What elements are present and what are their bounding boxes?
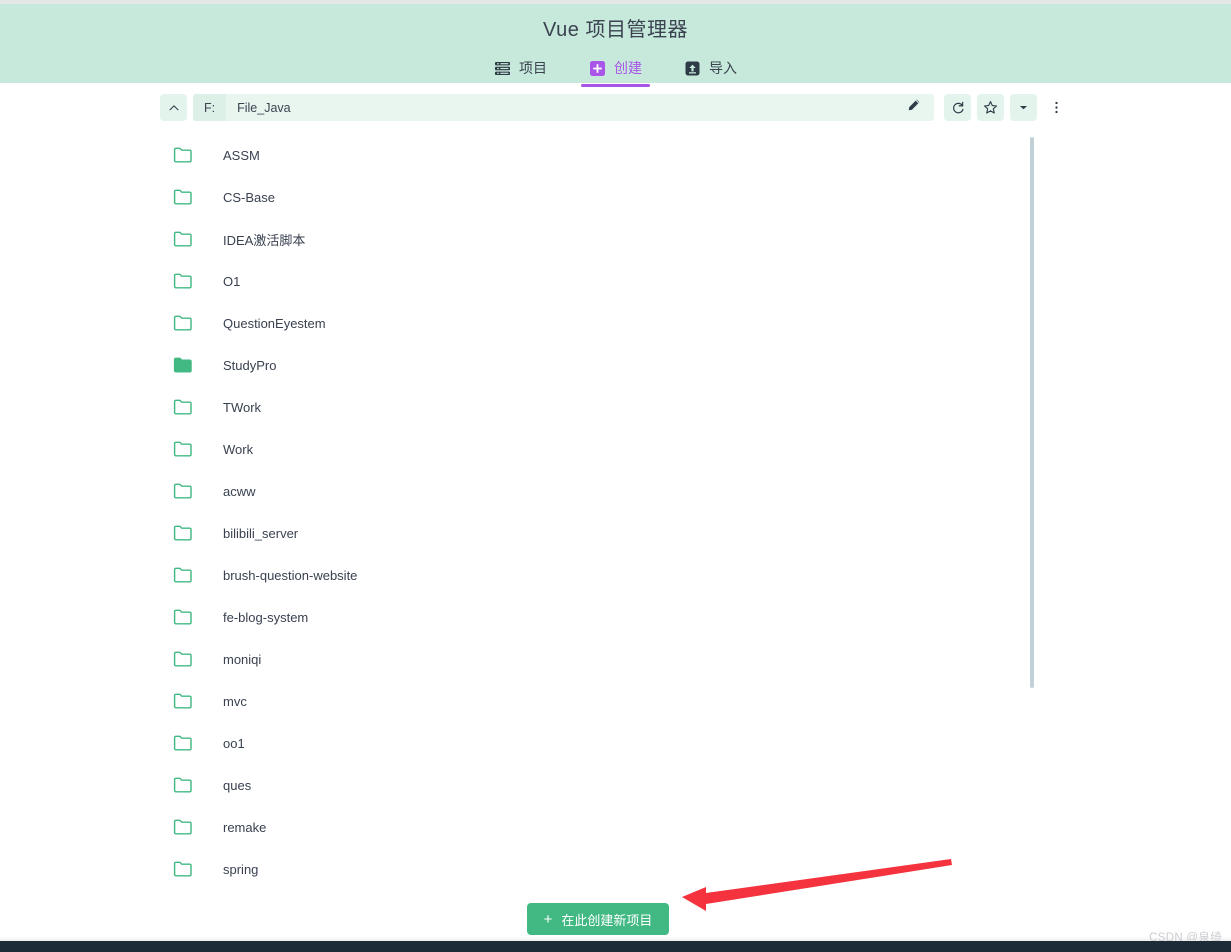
breadcrumb-segment[interactable]: File_Java (226, 94, 302, 121)
file-list-item-label: bilibili_server (223, 525, 299, 541)
file-list-item-label: brush-question-website (223, 567, 358, 583)
file-list-item[interactable]: IDEA激活脚本 (160, 218, 1231, 260)
file-list-item[interactable]: oo1 (160, 722, 1231, 764)
file-list-item-label: O1 (223, 273, 241, 289)
dropdown-button[interactable] (1010, 94, 1037, 121)
file-list-item-label: CS-Base (223, 189, 276, 205)
file-list-item-label: remake (223, 819, 267, 835)
file-list-item-label: ques (223, 777, 252, 793)
file-list: ASSM CS-Base IDEA激活脚本 O1 QuestionEyestem Stud… (0, 134, 1231, 890)
file-list-item[interactable]: bilibili_server (160, 512, 1231, 554)
refresh-icon (951, 101, 965, 115)
file-list-item[interactable]: QuestionEyestem (160, 302, 1231, 344)
folder-outline-icon (173, 691, 193, 711)
file-list-item[interactable]: Work (160, 428, 1231, 470)
folder-outline-icon (173, 607, 193, 627)
tab-import[interactable]: 导入 (676, 54, 745, 87)
file-list-item[interactable]: O1 (160, 260, 1231, 302)
tab-bar: 项目 创建 导入 (0, 54, 1231, 87)
folder-filled-icon (173, 355, 193, 375)
folder-outline-icon (173, 733, 193, 753)
tab-projects[interactable]: 项目 (486, 54, 555, 87)
file-list-item-label: spring (223, 861, 259, 877)
folder-outline-icon (173, 649, 193, 669)
file-list-item-label: TWork (223, 399, 262, 415)
folder-outline-icon (173, 313, 193, 333)
tab-label: 创建 (614, 60, 642, 76)
file-list-item-label: IDEA激活脚本 (223, 232, 306, 248)
file-list-item-label: oo1 (223, 735, 245, 751)
file-list-item[interactable]: acww (160, 470, 1231, 512)
file-list-item-label: moniqi (223, 651, 262, 667)
folder-outline-icon (173, 523, 193, 543)
favorite-button[interactable] (977, 94, 1004, 121)
footer-action-bar: + 在此创建新项目 (0, 897, 1231, 940)
vertical-scrollbar[interactable] (1030, 137, 1034, 688)
breadcrumb: F: File_Java (193, 94, 934, 121)
create-project-label: 在此创建新项目 (561, 912, 653, 928)
file-list-item-label: ASSM (223, 147, 260, 163)
folder-outline-icon (173, 439, 193, 459)
folder-outline-icon (173, 145, 193, 165)
file-list-item[interactable]: ASSM (160, 134, 1231, 176)
folder-outline-icon (173, 187, 193, 207)
path-toolbar: F: File_Java (0, 83, 1231, 123)
file-list-item[interactable]: ques (160, 764, 1231, 806)
file-list-item-label: Work (223, 441, 254, 457)
file-list-item-label: StudyPro (223, 357, 277, 373)
folder-outline-icon (173, 775, 193, 795)
edit-path-button[interactable] (902, 94, 926, 121)
folder-outline-icon (173, 481, 193, 501)
file-list-item[interactable]: StudyPro (160, 344, 1231, 386)
folder-outline-icon (173, 817, 193, 837)
plus-icon: + (543, 910, 553, 928)
file-list-item-label: acww (223, 483, 256, 499)
bottom-bar (0, 941, 1231, 952)
folder-outline-icon (173, 859, 193, 879)
file-browser: ASSM CS-Base IDEA激活脚本 O1 QuestionEyestem Stud… (0, 134, 1231, 879)
file-list-item[interactable]: CS-Base (160, 176, 1231, 218)
tab-create[interactable]: 创建 (581, 54, 650, 87)
file-list-item[interactable]: moniqi (160, 638, 1231, 680)
create-project-button[interactable]: + 在此创建新项目 (527, 903, 669, 935)
refresh-button[interactable] (944, 94, 971, 121)
file-list-item[interactable]: spring (160, 848, 1231, 890)
chevron-up-icon (167, 101, 181, 115)
page-title: Vue 项目管理器 (543, 19, 688, 41)
import-box-icon (684, 60, 701, 77)
file-list-item-label: mvc (223, 693, 247, 709)
file-list-item[interactable]: mvc (160, 680, 1231, 722)
chevron-down-icon (1017, 101, 1030, 114)
tab-label: 项目 (519, 60, 547, 76)
file-list-item-label: fe-blog-system (223, 609, 309, 625)
more-menu-button[interactable] (1043, 94, 1070, 121)
kebab-menu-icon (1049, 100, 1064, 115)
list-icon (494, 60, 511, 77)
star-icon (983, 100, 998, 115)
collapse-up-button[interactable] (160, 94, 187, 121)
file-list-item[interactable]: brush-question-website (160, 554, 1231, 596)
tab-label: 导入 (709, 60, 737, 76)
file-list-item-label: QuestionEyestem (223, 315, 326, 331)
file-list-item[interactable]: remake (160, 806, 1231, 848)
app-header: Vue 项目管理器 项目 创建 导入 (0, 4, 1231, 87)
plus-square-icon (589, 60, 606, 77)
file-list-item[interactable]: TWork (160, 386, 1231, 428)
file-list-item[interactable]: fe-blog-system (160, 596, 1231, 638)
folder-outline-icon (173, 229, 193, 249)
folder-outline-icon (173, 397, 193, 417)
folder-outline-icon (173, 565, 193, 585)
breadcrumb-root[interactable]: F: (193, 94, 227, 121)
pencil-icon (907, 98, 921, 117)
folder-outline-icon (173, 271, 193, 291)
